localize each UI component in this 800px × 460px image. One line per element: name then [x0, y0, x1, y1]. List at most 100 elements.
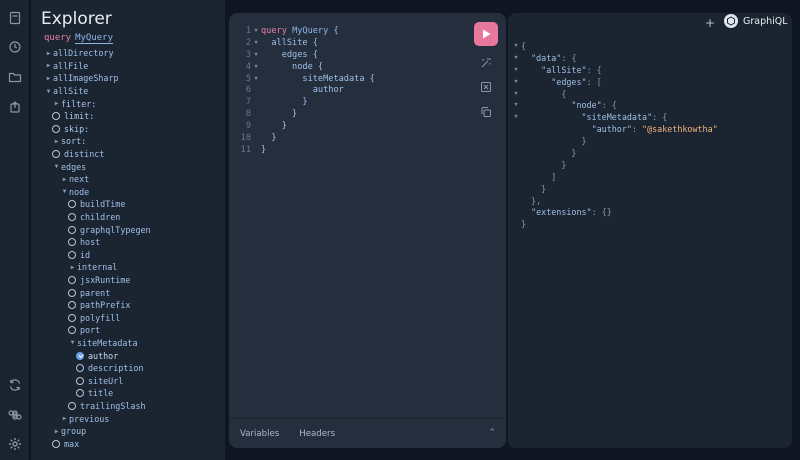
refetch-icon[interactable] [8, 378, 22, 392]
shortcuts-icon[interactable] [8, 408, 22, 422]
checkbox-icon[interactable] [52, 150, 60, 159]
checkbox-checked-icon[interactable] [76, 351, 84, 360]
checkbox-icon[interactable] [52, 439, 60, 448]
code-line[interactable]: 4 ▼ node { [229, 61, 469, 73]
explorer-field-row[interactable]: polyfill [31, 311, 225, 324]
checkbox-icon[interactable] [68, 401, 76, 410]
explorer-field-row[interactable]: ▶ allFile [31, 60, 225, 73]
code-line[interactable]: 1 ▼ query MyQuery { [229, 25, 469, 37]
add-tab-button[interactable]: + [705, 16, 715, 30]
checkbox-icon[interactable] [68, 326, 76, 335]
explorer-field-row[interactable]: jsxRuntime [31, 274, 225, 287]
fold-caret-icon[interactable]: ▼ [511, 79, 521, 85]
checkbox-icon[interactable] [68, 238, 76, 247]
checkbox-icon[interactable] [76, 364, 84, 373]
caret-right-icon[interactable]: ▶ [52, 428, 61, 435]
docs-icon[interactable] [8, 11, 22, 25]
fold-caret-icon[interactable]: ▼ [511, 67, 521, 73]
explorer-field-row[interactable]: host [31, 236, 225, 249]
explorer-field-row[interactable]: port [31, 324, 225, 337]
fold-caret-icon[interactable]: ▼ [511, 91, 521, 97]
code-line[interactable]: 11} [229, 144, 469, 156]
checkbox-icon[interactable] [68, 213, 76, 222]
checkbox-icon[interactable] [76, 376, 84, 385]
fold-caret-icon[interactable]: ▼ [251, 52, 261, 58]
code-line[interactable]: 10 } [229, 132, 469, 144]
fold-caret-icon[interactable]: ▼ [511, 55, 521, 61]
code-line[interactable]: 8 } [229, 108, 469, 120]
explorer-folder-icon[interactable] [8, 70, 22, 84]
merge-fragments-icon[interactable] [480, 78, 492, 92]
explorer-field-row[interactable]: ▼ allSite [31, 85, 225, 98]
checkbox-icon[interactable] [68, 250, 76, 259]
explorer-field-row[interactable]: ▼ edges [31, 160, 225, 173]
caret-right-icon[interactable]: ▶ [44, 50, 53, 57]
checkbox-icon[interactable] [68, 301, 76, 310]
caret-down-icon[interactable]: ▼ [68, 339, 77, 346]
explorer-field-row[interactable]: id [31, 249, 225, 262]
checkbox-icon[interactable] [68, 200, 76, 209]
caret-right-icon[interactable]: ▶ [44, 62, 53, 69]
explorer-field-row[interactable]: ▼ siteMetadata [31, 337, 225, 350]
explorer-field-row[interactable]: distinct [31, 148, 225, 161]
caret-right-icon[interactable]: ▶ [52, 138, 61, 145]
explorer-field-row[interactable]: ▶ group [31, 425, 225, 438]
caret-right-icon[interactable]: ▶ [44, 75, 53, 82]
caret-down-icon[interactable]: ▼ [60, 188, 69, 195]
explorer-field-row[interactable]: ▼ node [31, 186, 225, 199]
caret-right-icon[interactable]: ▶ [60, 176, 69, 183]
checkbox-icon[interactable] [68, 288, 76, 297]
explorer-field-row[interactable]: ▶ internal [31, 261, 225, 274]
checkbox-icon[interactable] [68, 225, 76, 234]
fold-caret-icon[interactable]: ▼ [251, 76, 261, 82]
code-line[interactable]: 5 ▼ siteMetadata { [229, 73, 469, 85]
fold-caret-icon[interactable]: ▼ [251, 28, 261, 34]
query-code[interactable]: 1 ▼ query MyQuery {2 ▼ allSite {3 ▼ edges {4… [229, 25, 469, 156]
query-name-input[interactable]: MyQuery [75, 33, 114, 44]
settings-gear-icon[interactable] [8, 437, 22, 451]
caret-right-icon[interactable]: ▶ [68, 264, 77, 271]
checkbox-icon[interactable] [52, 124, 60, 133]
chevron-up-icon[interactable]: ⌃ [488, 428, 496, 438]
explorer-field-row[interactable]: max [31, 437, 225, 450]
code-line[interactable]: 3 ▼ edges { [229, 49, 469, 61]
explorer-field-row[interactable]: ▶ allImageSharp [31, 72, 225, 85]
explorer-field-row[interactable]: ▶ allDirectory [31, 47, 225, 60]
code-line[interactable]: 2 ▼ allSite { [229, 37, 469, 49]
headers-tab[interactable]: Headers [299, 429, 335, 439]
code-line[interactable]: 7 } [229, 96, 469, 108]
fold-caret-icon[interactable]: ▼ [251, 40, 261, 46]
caret-down-icon[interactable]: ▼ [44, 88, 53, 95]
history-icon[interactable] [8, 40, 22, 54]
copy-query-icon[interactable] [480, 103, 492, 117]
explorer-field-row[interactable]: title [31, 387, 225, 400]
fold-caret-icon[interactable]: ▼ [511, 114, 521, 120]
caret-down-icon[interactable]: ▼ [52, 163, 61, 170]
explorer-field-row[interactable]: limit: [31, 110, 225, 123]
variables-tab[interactable]: Variables [240, 429, 279, 439]
checkbox-icon[interactable] [52, 112, 60, 121]
fold-caret-icon[interactable]: ▼ [251, 64, 261, 70]
query-editor[interactable]: 1 ▼ query MyQuery {2 ▼ allSite {3 ▼ edges {4… [229, 13, 506, 448]
export-icon[interactable] [8, 100, 22, 114]
fold-caret-icon[interactable]: ▼ [511, 43, 521, 49]
explorer-field-row[interactable]: siteUrl [31, 374, 225, 387]
explorer-field-row[interactable]: ▶ next [31, 173, 225, 186]
run-query-button[interactable] [474, 22, 498, 46]
explorer-field-row[interactable]: description [31, 362, 225, 375]
explorer-field-row[interactable]: children [31, 211, 225, 224]
code-line[interactable]: 9 } [229, 120, 469, 132]
checkbox-icon[interactable] [68, 275, 76, 284]
explorer-field-row[interactable]: ▶ previous [31, 412, 225, 425]
code-line[interactable]: 6 author [229, 84, 469, 96]
explorer-field-row[interactable]: parent [31, 286, 225, 299]
explorer-field-row[interactable]: pathPrefix [31, 299, 225, 312]
checkbox-icon[interactable] [76, 389, 84, 398]
caret-right-icon[interactable]: ▶ [52, 100, 61, 107]
explorer-field-row[interactable]: author [31, 349, 225, 362]
explorer-field-row[interactable]: ▶ filter: [31, 97, 225, 110]
checkbox-icon[interactable] [68, 313, 76, 322]
explorer-field-row[interactable]: buildTime [31, 198, 225, 211]
fold-caret-icon[interactable]: ▼ [511, 102, 521, 108]
explorer-field-row[interactable]: trailingSlash [31, 400, 225, 413]
